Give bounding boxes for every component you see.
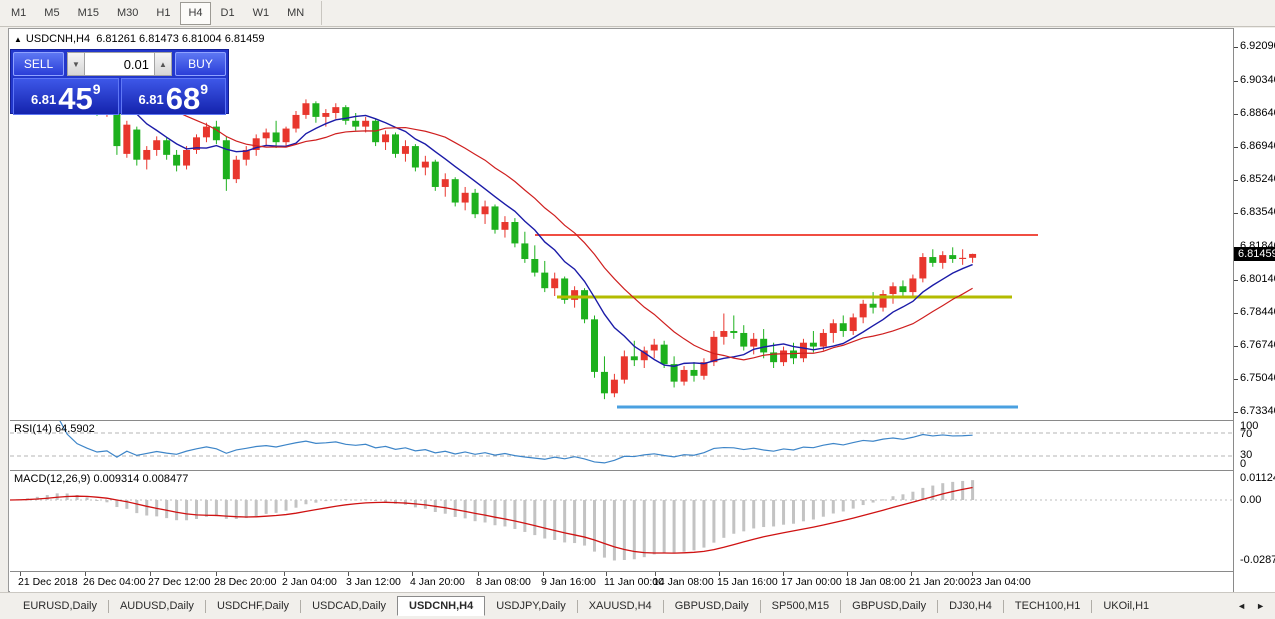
macd-label: MACD(12,26,9) 0.009314 0.008477	[14, 473, 188, 485]
timeframe-button-m1[interactable]: M1	[3, 2, 34, 25]
price-axis-label: 6.90340	[1240, 74, 1275, 86]
price-axis-label: 6.85240	[1240, 173, 1275, 185]
timeframe-button-h1[interactable]: H1	[148, 2, 178, 25]
time-axis-label: 4 Jan 20:00	[410, 576, 465, 588]
price-axis-label: 6.75040	[1240, 372, 1275, 384]
volume-input[interactable]: 0.01	[85, 52, 154, 76]
time-axis-label: 9 Jan 16:00	[541, 576, 596, 588]
sell-price-main: 45	[58, 86, 92, 112]
macd-axis-label: -0.028797	[1240, 554, 1275, 566]
macd-svg	[10, 471, 1233, 571]
price-axis-label: 6.92090	[1240, 40, 1275, 52]
time-axis-label: 21 Jan 20:00	[909, 576, 970, 588]
timeframe-button-m5[interactable]: M5	[36, 2, 67, 25]
rsi-axis-label: 0	[1240, 458, 1246, 470]
timeframe-toolbar: M1M5M15M30H1H4D1W1MN	[0, 0, 1275, 27]
price-axis-label: 6.83540	[1240, 206, 1275, 218]
chart-tab-audusd-daily[interactable]: AUDUSD,Daily	[109, 596, 205, 616]
price-axis-label: 6.73340	[1240, 405, 1275, 417]
time-axis-label: 28 Dec 20:00	[214, 576, 276, 588]
price-axis-label: 6.78440	[1240, 306, 1275, 318]
chart-tab-gbpusd-daily[interactable]: GBPUSD,Daily	[841, 596, 937, 616]
time-axis-label: 18 Jan 08:00	[845, 576, 906, 588]
chart-tab-usdcad-daily[interactable]: USDCAD,Daily	[301, 596, 397, 616]
buy-price-prefix: 6.81	[138, 92, 163, 107]
chart-ohlc-header: ▲ USDCNH,H4 6.81261 6.81473 6.81004 6.814…	[14, 33, 264, 45]
one-click-trading-panel: SELL ▼ 0.01 ▲ BUY 6.81 45 9 6.81 68 9	[10, 49, 229, 114]
toolbar-separator	[321, 1, 322, 25]
macd-indicator-panel[interactable]: MACD(12,26,9) 0.009314 0.008477	[10, 471, 1233, 572]
current-price-badge: 6.81459	[1234, 247, 1275, 261]
chart-tab-tech100-h1[interactable]: TECH100,H1	[1004, 596, 1091, 616]
buy-price-main: 68	[166, 86, 200, 112]
time-axis-label: 14 Jan 08:00	[653, 576, 714, 588]
chart-tab-usdchf-daily[interactable]: USDCHF,Daily	[206, 596, 300, 616]
volume-stepper: ▼ 0.01 ▲	[67, 52, 172, 76]
timeframe-button-w1[interactable]: W1	[245, 2, 278, 25]
sell-price-prefix: 6.81	[31, 92, 56, 107]
chart-tab-eurusd-daily[interactable]: EURUSD,Daily	[12, 596, 108, 616]
price-tick	[1234, 147, 1238, 148]
price-tick	[1234, 346, 1238, 347]
timeframe-button-d1[interactable]: D1	[213, 2, 243, 25]
macd-axis-label: 0.00	[1240, 494, 1261, 506]
time-axis-label: 3 Jan 12:00	[346, 576, 401, 588]
volume-decrease-icon[interactable]: ▼	[67, 52, 85, 76]
price-axis-label: 6.76740	[1240, 339, 1275, 351]
chart-tab-bar: EURUSD,DailyAUDUSD,DailyUSDCHF,DailyUSDC…	[0, 592, 1275, 619]
rsi-label: RSI(14) 64.5902	[14, 423, 95, 435]
collapse-triangle-icon[interactable]: ▲	[14, 35, 22, 44]
price-tick	[1234, 379, 1238, 380]
price-tick	[1234, 313, 1238, 314]
buy-price-quote[interactable]: 6.81 68 9	[121, 78, 227, 115]
tab-scroll-left-icon[interactable]: ◄	[1237, 601, 1246, 611]
sell-button[interactable]: SELL	[13, 52, 64, 76]
rsi-indicator-panel[interactable]: RSI(14) 64.5902	[10, 421, 1233, 471]
chart-tab-sp500-m15[interactable]: SP500,M15	[761, 596, 840, 616]
chart-tab-usdcnh-h4[interactable]: USDCNH,H4	[397, 596, 485, 616]
timeframe-button-m30[interactable]: M30	[109, 2, 146, 25]
rsi-svg	[10, 421, 1233, 470]
buy-button[interactable]: BUY	[175, 52, 226, 76]
price-tick	[1234, 114, 1238, 115]
chart-tab-dj30-h4[interactable]: DJ30,H4	[938, 596, 1003, 616]
sell-price-pip: 9	[93, 81, 101, 97]
time-axis-label: 27 Dec 12:00	[148, 576, 210, 588]
price-axis-label: 6.86940	[1240, 140, 1275, 152]
volume-increase-icon[interactable]: ▲	[154, 52, 172, 76]
price-axis-label: 6.88640	[1240, 107, 1275, 119]
macd-axis-label: 0.011242	[1240, 472, 1275, 484]
chart-tab-gbpusd-daily[interactable]: GBPUSD,Daily	[664, 596, 760, 616]
sell-price-quote[interactable]: 6.81 45 9	[13, 78, 119, 115]
chart-tab-xauusd-h4[interactable]: XAUUSD,H4	[578, 596, 663, 616]
time-axis-label: 26 Dec 04:00	[83, 576, 145, 588]
rsi-axis-label: 70	[1240, 428, 1252, 440]
tab-scroll-right-icon[interactable]: ►	[1256, 601, 1265, 611]
chart-tab-ukoil-h1[interactable]: UKOil,H1	[1092, 596, 1160, 616]
time-axis-label: 2 Jan 04:00	[282, 576, 337, 588]
price-tick	[1234, 180, 1238, 181]
time-axis-label: 21 Dec 2018	[18, 576, 78, 588]
price-axis-label: 6.80140	[1240, 273, 1275, 285]
time-axis-label: 15 Jan 16:00	[717, 576, 778, 588]
tab-scroll-nav: ◄ ►	[1237, 601, 1275, 611]
timeframe-button-mn[interactable]: MN	[279, 2, 312, 25]
chart-tab-usdjpy-daily[interactable]: USDJPY,Daily	[485, 596, 577, 616]
chart-symbol-label: USDCNH,H4	[26, 33, 90, 45]
price-axis: 6.92090 6.90340 6.88640 6.86940 6.85240 …	[1233, 28, 1275, 592]
price-tick	[1234, 213, 1238, 214]
timeframe-button-m15[interactable]: M15	[70, 2, 107, 25]
buy-price-pip: 9	[200, 81, 208, 97]
price-tick	[1234, 47, 1238, 48]
time-axis-label: 23 Jan 04:00	[970, 576, 1031, 588]
time-axis: 21 Dec 2018 26 Dec 04:00 27 Dec 12:00 28…	[10, 572, 1233, 592]
price-tick	[1234, 280, 1238, 281]
timeframe-button-h4[interactable]: H4	[180, 2, 210, 25]
price-tick	[1234, 412, 1238, 413]
time-axis-label: 17 Jan 00:00	[781, 576, 842, 588]
chart-ohlc-values: 6.81261 6.81473 6.81004 6.81459	[96, 33, 264, 45]
time-axis-label: 8 Jan 08:00	[476, 576, 531, 588]
price-tick	[1234, 81, 1238, 82]
